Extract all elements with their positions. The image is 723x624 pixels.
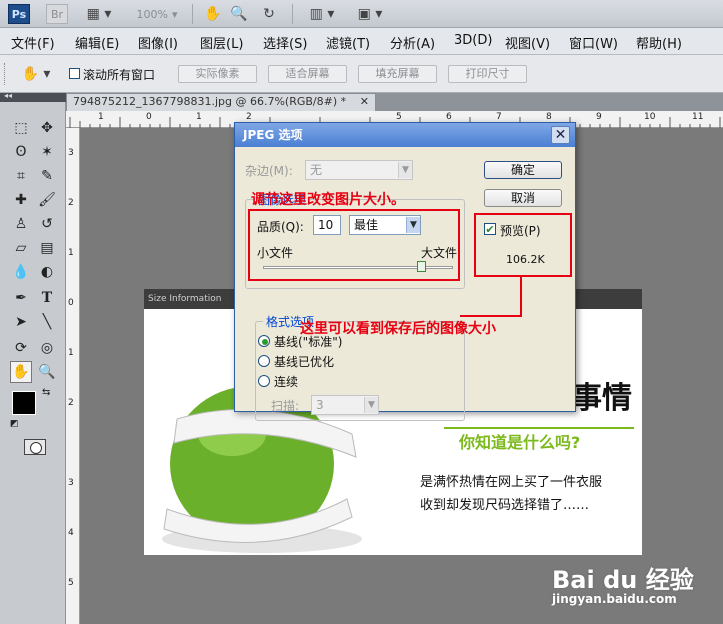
size-annotation: 这里可以看到保存后的图像大小 (300, 321, 496, 337)
baidu-watermark-url: jingyan.baidu.com (552, 592, 677, 606)
baidu-watermark: Bai du 经验 (552, 566, 694, 594)
annotation-connector (460, 277, 522, 317)
